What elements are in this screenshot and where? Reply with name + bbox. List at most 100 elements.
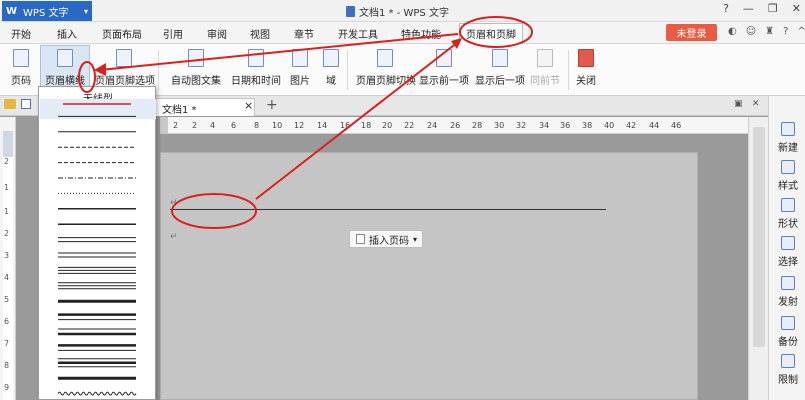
- header-line-dropdown: 无线型: [38, 86, 156, 400]
- question-icon[interactable]: ?: [783, 26, 788, 37]
- field-icon: [323, 49, 339, 67]
- sidebar-item-restrict[interactable]: 限制: [771, 354, 805, 386]
- header-line-icon: [57, 49, 73, 67]
- document-icon[interactable]: [21, 99, 31, 109]
- ruler-tick: 8: [254, 121, 260, 130]
- sidebar-item-send[interactable]: 发射: [771, 276, 805, 308]
- tab-page-layout[interactable]: 页面布局: [102, 26, 142, 41]
- line-style-option[interactable]: [58, 328, 136, 336]
- ruler-tick: 26: [450, 121, 461, 130]
- right-toolbar: ◐ ☺ ♜ ? ^: [728, 26, 805, 37]
- sidebar-item-label: 发射: [778, 297, 798, 308]
- picture-icon: [292, 49, 308, 67]
- document-background: [698, 134, 748, 400]
- page-number-button[interactable]: 页码: [6, 46, 36, 87]
- switch-header-footer-button[interactable]: 页眉页脚切换: [356, 46, 416, 87]
- sidebar-item-backup[interactable]: 备份: [771, 316, 805, 348]
- line-style-option[interactable]: [58, 252, 136, 258]
- minimize-button[interactable]: —: [743, 2, 754, 15]
- sidebar-item-label: 限制: [778, 375, 798, 386]
- shirt-icon[interactable]: ♜: [765, 26, 774, 37]
- arrow-up-icon: [436, 49, 452, 67]
- vruler-tick: 4: [4, 273, 10, 282]
- switch-label: 页眉页脚切换: [356, 76, 416, 87]
- tab-special[interactable]: 特色功能: [401, 26, 441, 41]
- picture-label: 图片: [290, 76, 310, 87]
- ruler-tick: 2: [192, 121, 198, 130]
- sidebar-item-shape[interactable]: 形状: [771, 198, 805, 230]
- same-as-previous-button[interactable]: 同前节: [530, 46, 560, 87]
- tab-section[interactable]: 章节: [294, 26, 314, 41]
- close-button[interactable]: ✕: [792, 2, 801, 15]
- new-tab-icon[interactable]: +: [266, 97, 278, 113]
- ribbon-separator: [568, 50, 569, 90]
- vertical-ruler[interactable]: 2 1 1 2 3 4 5 6 7 8 9: [0, 117, 16, 400]
- options-icon: [116, 49, 132, 67]
- smile-icon[interactable]: ☺: [746, 26, 756, 37]
- folder-icon[interactable]: [4, 99, 16, 109]
- vertical-scrollbar[interactable]: [748, 117, 768, 400]
- line-style-option[interactable]: [57, 391, 137, 396]
- show-next-label: 显示后一项: [475, 76, 525, 87]
- restore-tab-icon[interactable]: ▣: [734, 99, 743, 109]
- title-bar: W WPS 文字 ▾ 文档1 * - WPS 文字 ? — ❐ ✕: [0, 0, 805, 22]
- line-style-option[interactable]: [58, 358, 136, 368]
- ruler-tick: 16: [340, 121, 351, 130]
- ruler-tick: 4: [210, 121, 216, 130]
- insert-page-number-button[interactable]: 插入页码 ▾: [349, 230, 423, 248]
- sidebar-item-select[interactable]: 选择: [771, 236, 805, 268]
- login-button[interactable]: 未登录: [666, 24, 717, 41]
- line-style-option[interactable]: [58, 266, 136, 274]
- line-style-option[interactable]: [58, 313, 136, 321]
- right-sidebar: 新建 样式 形状 选择 发射 备份 限制: [768, 96, 805, 400]
- tab-developer[interactable]: 开发工具: [338, 26, 378, 41]
- cursor-icon: [781, 236, 795, 250]
- vruler-tick: 5: [4, 295, 10, 304]
- ruler-tick: 28: [472, 121, 483, 130]
- help-button[interactable]: ?: [723, 2, 729, 15]
- ruler-header-zone: [3, 131, 13, 157]
- tab-document1[interactable]: 文档1 *: [155, 98, 255, 116]
- tab-review[interactable]: 审阅: [207, 26, 227, 41]
- maximize-button[interactable]: ❐: [768, 2, 778, 15]
- app-menu-button[interactable]: W WPS 文字 ▾: [2, 1, 92, 21]
- tab-references[interactable]: 引用: [163, 26, 183, 41]
- same-as-previous-label: 同前节: [530, 76, 560, 87]
- wps-logo-icon: W: [6, 5, 18, 17]
- auto-text-button[interactable]: 自动图文集: [166, 46, 226, 87]
- show-previous-button[interactable]: 显示前一项: [419, 46, 469, 87]
- tab-home[interactable]: 开始: [11, 26, 31, 41]
- show-next-button[interactable]: 显示后一项: [475, 46, 525, 87]
- line-style-option[interactable]: [58, 282, 136, 290]
- header-footer-options-button[interactable]: 页眉页脚选项: [95, 46, 155, 87]
- vruler-tick: 2: [4, 229, 10, 238]
- sidebar-item-new[interactable]: 新建: [771, 122, 805, 154]
- collapse-icon[interactable]: ^: [797, 26, 805, 37]
- ruler-tick: 30: [494, 121, 505, 130]
- close-all-tabs-icon[interactable]: ✕: [752, 99, 760, 109]
- scrollbar-thumb[interactable]: [753, 127, 765, 347]
- chevron-down-icon: ▾: [83, 6, 88, 16]
- close-header-footer-button[interactable]: 关闭: [574, 46, 598, 87]
- skin-icon[interactable]: ◐: [728, 26, 737, 37]
- sidebar-item-style[interactable]: 样式: [771, 160, 805, 192]
- document-page[interactable]: [160, 152, 698, 400]
- ruler-margin: [160, 117, 168, 134]
- line-style-option[interactable]: [58, 344, 136, 351]
- paragraph-mark: ↵: [170, 198, 178, 208]
- close-tab-icon[interactable]: ×: [244, 99, 253, 112]
- field-button[interactable]: 域: [320, 46, 342, 87]
- picture-button[interactable]: 图片: [286, 46, 314, 87]
- backup-icon: [781, 316, 795, 330]
- sidebar-item-label: 新建: [778, 143, 798, 154]
- ruler-tick: 40: [604, 121, 615, 130]
- document-icon: [346, 6, 355, 17]
- insert-page-number-label: 插入页码: [369, 235, 409, 247]
- tab-insert[interactable]: 插入: [57, 26, 77, 41]
- line-style-option[interactable]: [58, 237, 136, 243]
- horizontal-ruler[interactable]: 2 2 4 6 8 10 12 14 16 18 20 22 24 26 28 …: [160, 117, 748, 134]
- page-number-label: 页码: [11, 76, 31, 87]
- date-time-button[interactable]: 日期和时间: [231, 46, 281, 87]
- tab-view[interactable]: 视图: [250, 26, 270, 41]
- tab-header-footer[interactable]: 页眉和页脚: [459, 23, 523, 44]
